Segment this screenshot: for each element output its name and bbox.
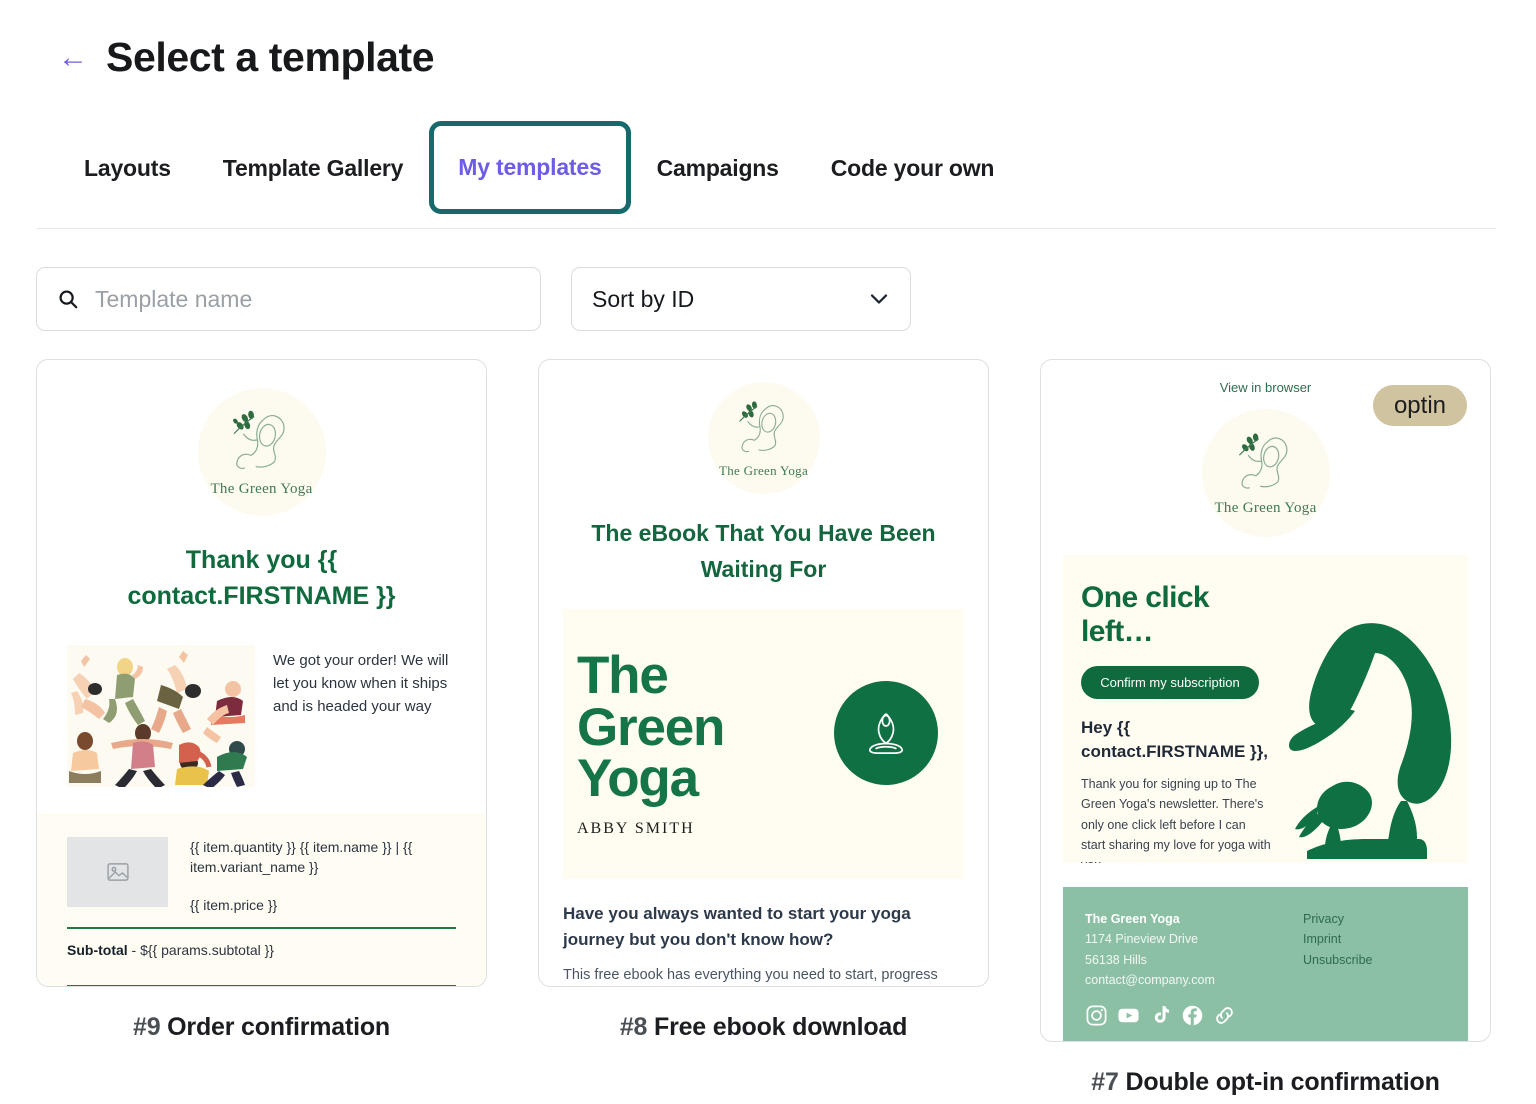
footer-address-column: The Green Yoga 1174 Pineview Drive 56138… — [1085, 909, 1303, 990]
brand-wordmark: The Green Yoga — [718, 462, 809, 478]
yoga-line-art-icon — [1238, 432, 1287, 489]
ebook-body: This free ebook has everything you need … — [563, 967, 938, 984]
brand-logo: The Green Yoga — [707, 382, 820, 494]
tiktok-icon[interactable] — [1149, 1004, 1172, 1027]
tab-my-templates[interactable]: My templates — [429, 121, 631, 214]
link-icon[interactable] — [1213, 1004, 1236, 1027]
order-subtotal-value: - ${{ params.subtotal }} — [127, 942, 274, 959]
order-item-name: {{ item.quantity }} {{ item.name }} | {{… — [190, 838, 413, 875]
template-preview-free-ebook-download[interactable]: The Green Yoga The eBook That You Have B… — [538, 359, 989, 987]
tab-list: Layouts Template Gallery My templates Ca… — [0, 121, 1536, 214]
search-icon — [59, 290, 78, 309]
search-input[interactable] — [93, 284, 520, 314]
ebook-title-line-1: The — [577, 646, 669, 706]
template-card-label: #9 Order confirmation — [36, 1013, 487, 1042]
brand-logo: The Green Yoga — [197, 388, 326, 516]
meditation-badge — [834, 681, 938, 786]
brand-wordmark: The Green Yoga — [210, 480, 313, 497]
email-heading: Thank you {{ contact.FIRSTNAME }} — [127, 546, 396, 611]
order-item-price: {{ item.price }} — [190, 897, 278, 914]
template-preview-order-confirmation[interactable]: The Green Yoga Thank you {{ contact.FIRS… — [36, 359, 487, 987]
brand-logo: The Green Yoga — [1201, 409, 1330, 537]
footer-link-unsubscribe[interactable]: Unsubscribe — [1303, 950, 1372, 970]
intro-row: We got your order! We will let you know … — [67, 644, 456, 787]
facebook-icon[interactable] — [1181, 1004, 1204, 1027]
sort-select-value: Sort by ID — [592, 285, 695, 312]
email-footer: The Green Yoga 1174 Pineview Drive 56138… — [1063, 887, 1468, 1041]
tab-code-your-own[interactable]: Code your own — [805, 125, 1021, 212]
select-template-page: ← Select a template Layouts Template Gal… — [0, 0, 1536, 1104]
footer-link-imprint[interactable]: Imprint — [1303, 929, 1372, 949]
yoga-people-illustration — [67, 644, 255, 787]
footer-brand: The Green Yoga — [1085, 912, 1180, 926]
template-name: Double opt-in confirmation — [1125, 1068, 1440, 1096]
tab-layouts[interactable]: Layouts — [58, 125, 197, 212]
order-divider-2 — [67, 985, 456, 986]
tabs-bar: Layouts Template Gallery My templates Ca… — [0, 121, 1536, 229]
optin-greeting: Hey {{ contact.FIRSTNAME }}, — [1081, 717, 1269, 761]
footer-address-line-2: 56138 Hills — [1085, 952, 1147, 967]
image-placeholder-icon — [106, 862, 129, 881]
tab-template-gallery[interactable]: Template Gallery — [197, 125, 429, 212]
order-subtotal: Sub-total - ${{ params.subtotal }} — [67, 929, 456, 971]
lotus-pose-icon — [868, 713, 904, 755]
ebook-subheading: Have you always wanted to start your yog… — [563, 904, 911, 949]
ebook-title-line-3: Yoga — [577, 748, 699, 808]
order-item-row: {{ item.quantity }} {{ item.name }} | {{… — [67, 836, 456, 914]
footer-social-icons — [1085, 1004, 1446, 1027]
template-card-8: The Green Yoga The eBook That You Have B… — [538, 359, 989, 1042]
footer-links-column: Privacy Imprint Unsubscribe — [1303, 909, 1372, 990]
chevron-down-icon — [870, 294, 888, 304]
template-id: #9 — [133, 1013, 161, 1041]
optin-badge: optin — [1372, 385, 1467, 427]
search-field[interactable] — [36, 267, 541, 331]
template-id: #8 — [619, 1013, 648, 1041]
youtube-icon[interactable] — [1117, 1004, 1140, 1027]
template-id: #7 — [1091, 1068, 1119, 1096]
intro-copy: We got your order! We will let you know … — [273, 651, 449, 716]
template-name: Order confirmation — [167, 1013, 390, 1041]
order-summary: {{ item.quantity }} {{ item.name }} | {{… — [37, 812, 486, 986]
yoga-line-art-icon — [232, 410, 285, 469]
page-title: Select a template — [106, 34, 435, 80]
template-card-label: #8 Free ebook download — [538, 1013, 989, 1042]
brand-wordmark: The Green Yoga — [1214, 499, 1317, 516]
footer-address-line-1: 1174 Pineview Drive — [1085, 932, 1199, 947]
template-preview-double-optin-confirmation[interactable]: View in browser optin The Green Yoga One… — [1040, 359, 1491, 1042]
yoga-line-art-icon — [738, 400, 784, 452]
template-name: Free ebook download — [654, 1013, 908, 1041]
template-card-9: The Green Yoga Thank you {{ contact.FIRS… — [36, 359, 487, 1042]
ebook-author: ABBY SMITH — [577, 820, 695, 838]
footer-columns: The Green Yoga 1174 Pineview Drive 56138… — [1085, 909, 1446, 990]
footer-link-privacy[interactable]: Privacy — [1303, 909, 1372, 929]
tab-campaigns[interactable]: Campaigns — [631, 125, 805, 212]
optin-body-panel: One click left… Confirm my subscription … — [1063, 555, 1468, 863]
email-heading: The eBook That You Have Been Waiting For — [591, 520, 936, 582]
template-grid: The Green Yoga Thank you {{ contact.FIRS… — [0, 331, 1536, 1096]
template-card-7: View in browser optin The Green Yoga One… — [1040, 359, 1491, 1096]
ebook-cover: The Green Yoga ABBY SMITH — [563, 609, 964, 880]
yoga-pose-silhouette-icon — [1289, 623, 1452, 859]
sort-select[interactable]: Sort by ID — [571, 267, 911, 331]
tabs-divider — [36, 228, 1496, 229]
page-header: ← Select a template — [0, 0, 1536, 81]
optin-heading: One click left… — [1081, 581, 1210, 648]
template-card-label: #7 Double opt-in confirmation — [1040, 1068, 1491, 1097]
optin-paragraph: Thank you for signing up to The Green Yo… — [1081, 777, 1271, 863]
arrow-left-icon[interactable]: ← — [58, 42, 88, 73]
confirm-subscription-button[interactable]: Confirm my subscription — [1081, 665, 1259, 699]
footer-email: contact@company.com — [1085, 972, 1215, 987]
optin-copy-column: One click left… Confirm my subscription … — [1063, 555, 1273, 863]
product-image-placeholder — [67, 836, 168, 907]
ebook-title-line-2: Green — [577, 697, 725, 757]
filter-bar: Sort by ID — [0, 229, 1536, 331]
order-subtotal-label: Sub-total — [67, 942, 128, 959]
instagram-icon[interactable] — [1085, 1004, 1108, 1027]
